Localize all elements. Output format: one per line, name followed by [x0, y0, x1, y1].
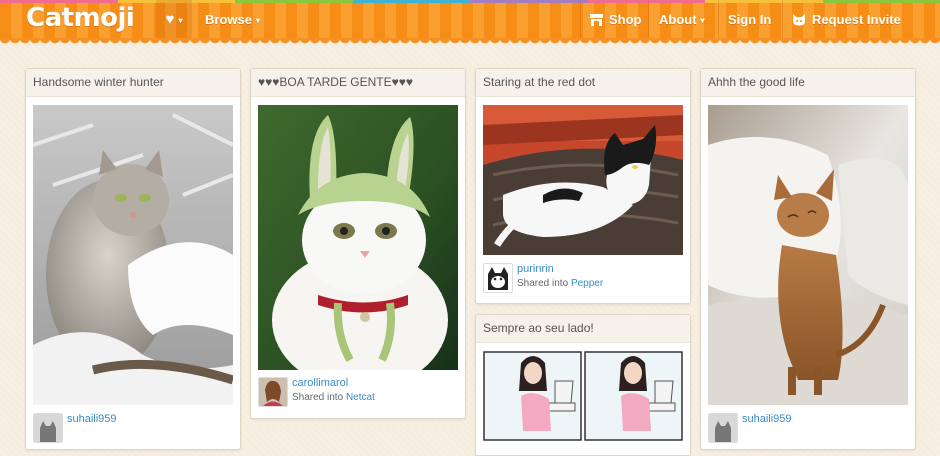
post-credit: purinrin Shared into Pepper [483, 263, 683, 299]
username-link[interactable]: suhaili959 [742, 413, 792, 425]
post-title: Handsome winter hunter [26, 69, 240, 97]
post-card[interactable]: Ahhh the good life suhaili959 [700, 68, 916, 450]
shop-link[interactable]: Shop [590, 0, 642, 40]
shared-into-text: Shared into Netcat [292, 392, 375, 403]
post-credit: suhaili959 [33, 413, 233, 449]
cat-head-icon [793, 14, 805, 26]
nav-divider [782, 0, 783, 40]
avatar[interactable] [483, 263, 513, 293]
shared-into-text: Shared into Pepper [517, 278, 603, 289]
post-card[interactable]: Sempre ao seu lado! [475, 314, 691, 456]
browse-label: Browse [205, 12, 252, 27]
request-invite-label: Request Invite [812, 12, 901, 27]
catmoji-logo[interactable]: Catmoji [26, 3, 135, 33]
post-card[interactable]: Handsome winter hunter suhaili959 [25, 68, 241, 450]
chevron-down-icon: ▾ [178, 16, 183, 25]
about-label: About [659, 12, 697, 27]
shared-prefix: Shared into [517, 278, 569, 289]
nav-divider [580, 0, 581, 40]
post-card[interactable]: ♥♥♥BOA TARDE GENTE♥♥♥ carollimarol Share… [250, 68, 466, 419]
favorites-dropdown[interactable]: ♥ ▾ [156, 0, 192, 40]
about-menu[interactable]: About ▾ [659, 0, 705, 40]
shop-label: Shop [609, 12, 642, 27]
board-link[interactable]: Pepper [571, 278, 603, 289]
chevron-down-icon: ▾ [700, 16, 705, 25]
post-credit: suhaili959 [708, 413, 908, 449]
post-photo[interactable] [258, 105, 458, 370]
username-link[interactable]: carollimarol [292, 377, 348, 389]
browse-menu[interactable]: Browse ▾ [205, 0, 260, 40]
post-title: Staring at the red dot [476, 69, 690, 97]
post-title: ♥♥♥BOA TARDE GENTE♥♥♥ [251, 69, 465, 97]
avatar[interactable] [708, 413, 738, 443]
post-photo[interactable] [33, 105, 233, 405]
heart-icon: ♥ [165, 11, 175, 28]
post-photo[interactable] [483, 105, 683, 255]
nav-divider [718, 0, 719, 40]
post-card[interactable]: Staring at the red dot purinrin Shared i… [475, 68, 691, 304]
username-link[interactable]: suhaili959 [67, 413, 117, 425]
request-invite-button[interactable]: Request Invite [792, 0, 901, 40]
username-link[interactable]: purinrin [517, 263, 554, 275]
board-link[interactable]: Netcat [346, 392, 375, 403]
chevron-down-icon: ▾ [255, 16, 260, 25]
nav-divider [648, 0, 649, 40]
avatar[interactable] [258, 377, 288, 407]
sign-in-link[interactable]: Sign In [728, 0, 771, 40]
top-navigation-bar: Catmoji ♥ ▾ Browse ▾ Shop About ▾ Sign In R… [0, 0, 940, 40]
post-title: Sempre ao seu lado! [476, 315, 690, 343]
post-photo[interactable] [708, 105, 908, 405]
shared-prefix: Shared into [292, 392, 344, 403]
post-credit: carollimarol Shared into Netcat [258, 377, 458, 413]
post-title: Ahhh the good life [701, 69, 915, 97]
post-photo[interactable] [483, 351, 683, 441]
header-scallop-edge [0, 38, 940, 46]
shop-icon [590, 14, 603, 26]
avatar[interactable] [33, 413, 63, 443]
